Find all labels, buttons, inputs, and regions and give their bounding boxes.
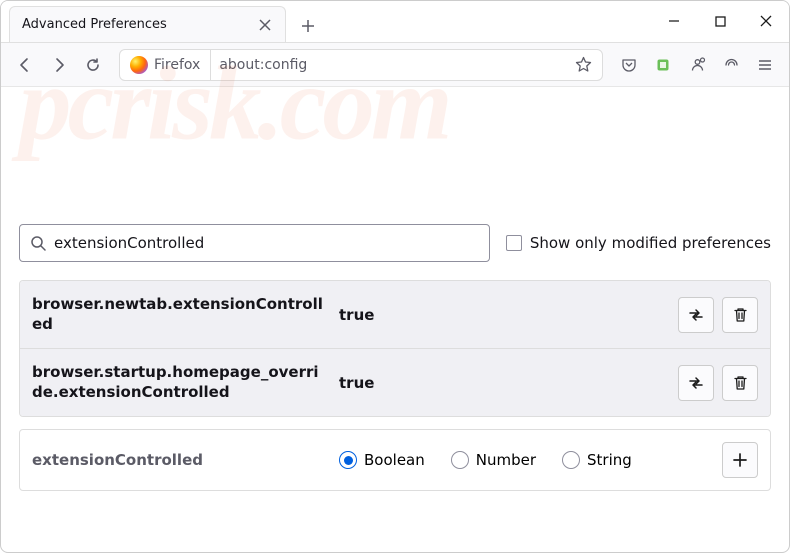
preferences-table: browser.newtab.extensionControlled true …: [19, 280, 771, 417]
close-window-button[interactable]: [743, 1, 789, 41]
radio-label: String: [587, 451, 632, 469]
new-preference-row: extensionControlled Boolean Number Strin…: [19, 429, 771, 491]
show-modified-label: Show only modified preferences: [530, 234, 771, 252]
preference-search-box[interactable]: [19, 224, 490, 262]
delete-button[interactable]: [722, 297, 758, 333]
add-preference-button[interactable]: [722, 442, 758, 478]
toggle-button[interactable]: [678, 365, 714, 401]
delete-button[interactable]: [722, 365, 758, 401]
firefox-icon: [130, 56, 148, 74]
titlebar: Advanced Preferences: [1, 1, 789, 43]
radio-number[interactable]: Number: [451, 451, 536, 469]
bookmark-star-icon[interactable]: [575, 56, 592, 73]
maximize-button[interactable]: [697, 1, 743, 41]
pocket-icon[interactable]: [613, 49, 645, 81]
browser-tab[interactable]: Advanced Preferences: [9, 6, 286, 42]
back-button[interactable]: [9, 49, 41, 81]
extension-icon[interactable]: [647, 49, 679, 81]
new-preference-name: extensionControlled: [32, 451, 327, 469]
preference-name: browser.startup.homepage_override.extens…: [32, 363, 327, 402]
reload-button[interactable]: [77, 49, 109, 81]
radio-label: Boolean: [364, 451, 425, 469]
tab-close-button[interactable]: [257, 17, 273, 33]
search-icon: [30, 235, 46, 251]
radio-icon: [562, 451, 580, 469]
window-controls: [651, 1, 789, 41]
identity-label: Firefox: [154, 57, 200, 73]
show-modified-checkbox[interactable]: [506, 235, 522, 251]
preference-value: true: [339, 306, 666, 324]
shield-icon[interactable]: [715, 49, 747, 81]
forward-button[interactable]: [43, 49, 75, 81]
url-bar[interactable]: Firefox: [119, 49, 603, 81]
menu-button[interactable]: [749, 49, 781, 81]
radio-label: Number: [476, 451, 536, 469]
radio-icon: [339, 451, 357, 469]
new-tab-button[interactable]: [292, 10, 324, 42]
url-input[interactable]: [219, 57, 567, 73]
preference-row: browser.newtab.extensionControlled true: [20, 281, 770, 348]
account-icon[interactable]: [681, 49, 713, 81]
navigation-toolbar: Firefox: [1, 43, 789, 87]
identity-box[interactable]: Firefox: [130, 50, 211, 80]
toggle-button[interactable]: [678, 297, 714, 333]
preference-name: browser.newtab.extensionControlled: [32, 295, 327, 334]
preference-row: browser.startup.homepage_override.extens…: [20, 348, 770, 416]
show-modified-checkbox-row[interactable]: Show only modified preferences: [506, 234, 771, 252]
minimize-button[interactable]: [651, 1, 697, 41]
radio-string[interactable]: String: [562, 451, 632, 469]
preference-value: true: [339, 374, 666, 392]
preference-search-input[interactable]: [54, 234, 479, 252]
tab-title: Advanced Preferences: [22, 17, 167, 32]
content-area: pcrisk.com Show only modified preference…: [1, 87, 789, 507]
type-radio-group: Boolean Number String: [339, 451, 710, 469]
radio-icon: [451, 451, 469, 469]
radio-boolean[interactable]: Boolean: [339, 451, 425, 469]
